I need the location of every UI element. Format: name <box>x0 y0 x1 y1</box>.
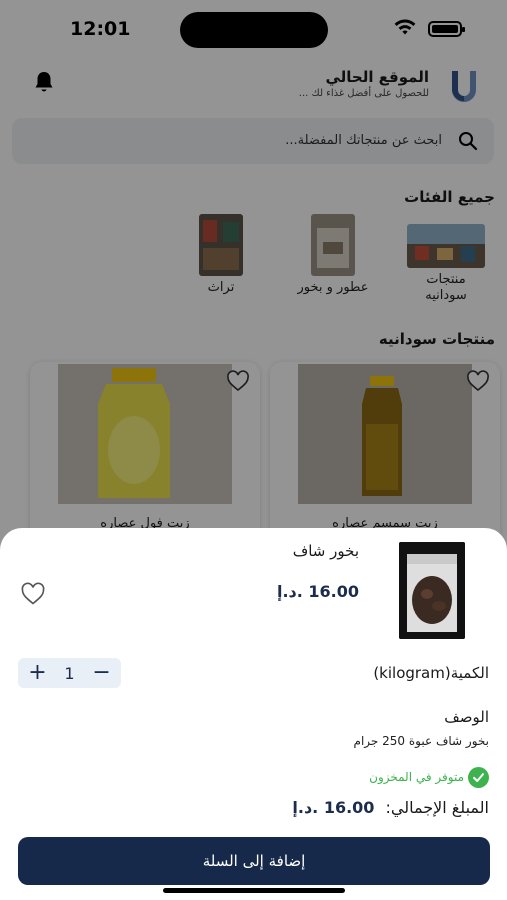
description-title: الوصف <box>444 708 489 726</box>
stock-status: متوفر في المخزون <box>369 766 489 788</box>
description-text: بخور شاف عبوة 250 جرام <box>353 734 489 748</box>
product-title: بخور شاف <box>292 542 359 560</box>
stock-status-text: متوفر في المخزون <box>369 770 464 784</box>
product-price: 16.00 .د.إ <box>276 582 359 601</box>
quantity-value: 1 <box>64 663 75 683</box>
quantity-stepper[interactable]: + 1 − <box>18 658 121 688</box>
product-thumbnail <box>399 542 465 639</box>
add-to-cart-button[interactable]: إضافة إلى السلة <box>18 837 490 885</box>
quantity-label: الكمية(kilogram) <box>373 664 489 682</box>
decrement-button[interactable]: − <box>90 661 114 685</box>
product-bottom-sheet: بخور شاف 16.00 .د.إ + 1 − الكمية(kilogra… <box>0 528 507 900</box>
home-indicator <box>163 888 345 893</box>
check-circle-icon <box>468 766 489 788</box>
favorite-heart-icon[interactable] <box>20 582 46 606</box>
total-amount: المبلغ الإجمالي: 16.00 .د.إ <box>292 798 489 817</box>
increment-button[interactable]: + <box>25 661 49 685</box>
total-label: المبلغ الإجمالي: <box>385 798 489 817</box>
total-value: 16.00 .د.إ <box>292 798 375 817</box>
